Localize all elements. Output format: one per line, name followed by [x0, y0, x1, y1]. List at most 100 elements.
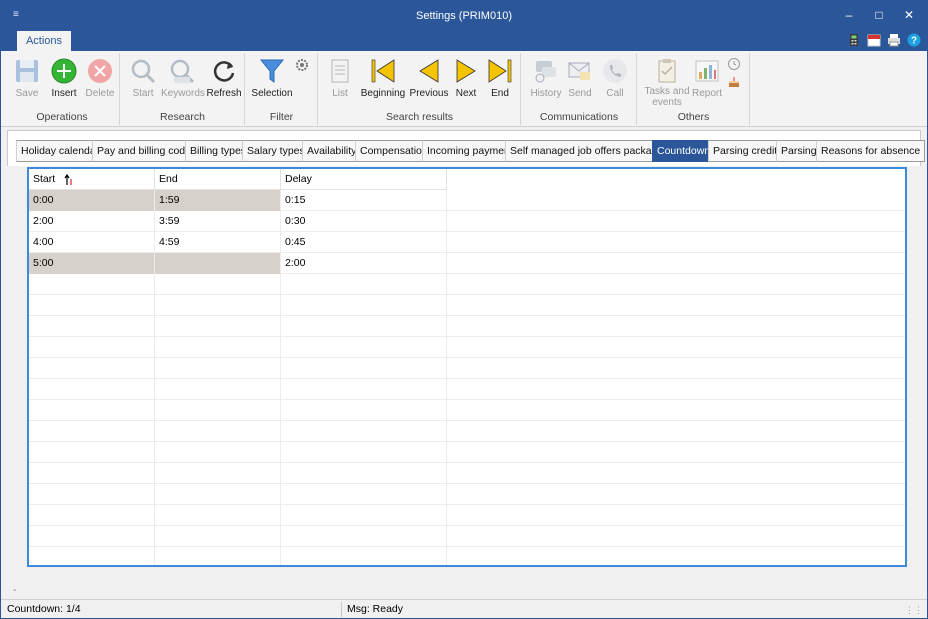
- ribbon-tab-actions[interactable]: Actions: [17, 31, 71, 51]
- table-row[interactable]: 2:00 3:59 0:30: [29, 211, 905, 232]
- resize-grip-icon[interactable]: ⋮⋮: [905, 605, 923, 616]
- beginning-button[interactable]: Beginning: [359, 57, 407, 99]
- table-row[interactable]: [29, 337, 905, 358]
- plus-icon: [51, 58, 77, 84]
- call-button[interactable]: Call: [600, 57, 630, 99]
- first-record-icon: [371, 59, 395, 83]
- envelope-icon: [568, 62, 590, 80]
- send-button[interactable]: Send: [564, 57, 596, 99]
- app-window: ≡ Settings (PRIM010) – □ ✕ Actions ? Sav…: [0, 0, 928, 619]
- column-header-delay[interactable]: Delay: [281, 169, 447, 190]
- list-button[interactable]: List: [325, 57, 355, 99]
- settings-tab-bar: Holiday calendar Pay and billing codes B…: [7, 130, 926, 166]
- keywords-button[interactable]: Keywords: [161, 57, 205, 99]
- cell-start[interactable]: 5:00: [29, 253, 155, 274]
- table-row[interactable]: [29, 526, 905, 547]
- start-search-button[interactable]: Start: [127, 57, 159, 99]
- magnifier-icon: [131, 59, 156, 84]
- previous-record-icon: [419, 59, 439, 83]
- refresh-icon: [213, 61, 235, 82]
- end-button[interactable]: End: [485, 57, 515, 99]
- tab-incoming-payment[interactable]: Incoming payment: [422, 140, 518, 162]
- cell-delay[interactable]: 0:45: [281, 232, 447, 253]
- minimize-icon[interactable]: –: [835, 4, 863, 26]
- history-button[interactable]: History: [528, 57, 564, 99]
- calculator-icon[interactable]: [847, 33, 861, 47]
- refresh-button[interactable]: Refresh: [205, 57, 243, 99]
- table-row[interactable]: [29, 400, 905, 421]
- clock-icon: [728, 58, 740, 70]
- group-filter: Selection Filter: [246, 53, 318, 125]
- next-record-icon: [456, 59, 476, 83]
- recent-button[interactable]: [726, 57, 742, 74]
- chat-history-icon: [535, 61, 556, 83]
- tasks-and-events-button[interactable]: Tasks and events: [642, 57, 692, 108]
- cell-end[interactable]: 1:59: [155, 190, 281, 211]
- table-row[interactable]: [29, 274, 905, 295]
- table-row[interactable]: [29, 358, 905, 379]
- save-button[interactable]: Save: [9, 57, 45, 99]
- table-row[interactable]: [29, 442, 905, 463]
- table-row[interactable]: 0:00 1:59 0:15: [29, 190, 905, 211]
- birthday-button[interactable]: [726, 75, 742, 92]
- selection-button[interactable]: Selection: [250, 57, 294, 99]
- close-icon[interactable]: ✕: [895, 4, 923, 26]
- tab-parsing[interactable]: Parsing: [776, 140, 822, 162]
- group-label-search-results: Search results: [385, 111, 454, 123]
- cell-delay[interactable]: 2:00: [281, 253, 447, 274]
- tab-holiday-calendar[interactable]: Holiday calendar: [16, 140, 105, 162]
- print-icon[interactable]: [887, 33, 901, 47]
- last-record-icon: [488, 59, 512, 83]
- group-label-operations: Operations: [36, 111, 88, 123]
- insert-button[interactable]: Insert: [45, 57, 83, 99]
- cell-end[interactable]: 4:59: [155, 232, 281, 253]
- report-button[interactable]: Report: [690, 57, 724, 99]
- table-row[interactable]: 4:00 4:59 0:45: [29, 232, 905, 253]
- cell-start[interactable]: 4:00: [29, 232, 155, 253]
- sort-ascending-icon[interactable]: [64, 174, 74, 186]
- maximize-icon[interactable]: □: [865, 4, 893, 26]
- column-header-start[interactable]: Start: [29, 169, 155, 190]
- tab-self-managed-job-offers-packages[interactable]: Self managed job offers packages: [505, 140, 674, 162]
- cell-delay[interactable]: 0:30: [281, 211, 447, 232]
- tab-reasons-for-absence[interactable]: Reasons for absence: [816, 140, 926, 162]
- title-bar: ≡ Settings (PRIM010) – □ ✕: [1, 1, 927, 31]
- column-header-end[interactable]: End: [155, 169, 281, 190]
- save-icon: [16, 60, 38, 82]
- tab-countdown[interactable]: Countdown: [652, 140, 716, 162]
- table-row[interactable]: [29, 316, 905, 337]
- delete-button[interactable]: Delete: [82, 57, 118, 99]
- calendar-icon[interactable]: [867, 33, 881, 47]
- table-row[interactable]: [29, 505, 905, 526]
- cell-delay[interactable]: 0:15: [281, 190, 447, 211]
- status-record-count: Countdown: 1/4: [7, 603, 81, 615]
- group-others: Tasks and events Report Others: [638, 53, 750, 125]
- group-search-results: List Beginning Previous Next End Search …: [319, 53, 521, 125]
- quick-icons: ?: [847, 33, 921, 49]
- filter-settings-button[interactable]: [294, 57, 310, 76]
- previous-button[interactable]: Previous: [409, 57, 449, 99]
- table-row[interactable]: [29, 379, 905, 400]
- group-label-research: Research: [160, 111, 205, 123]
- cell-start[interactable]: 2:00: [29, 211, 155, 232]
- table-row[interactable]: [29, 484, 905, 505]
- table-row[interactable]: [29, 463, 905, 484]
- help-icon[interactable]: ?: [907, 33, 921, 47]
- table-row[interactable]: [29, 547, 905, 568]
- svg-text:?: ?: [911, 36, 917, 47]
- tab-salary-types[interactable]: Salary types: [242, 140, 310, 162]
- countdown-grid[interactable]: Start End Delay 0:00 1:59 0:15 2:00 3:59 0:30…: [27, 167, 907, 568]
- funnel-icon: [259, 59, 285, 83]
- status-message: Msg: Ready: [347, 603, 404, 615]
- tab-availability[interactable]: Availability: [302, 140, 362, 162]
- keywords-icon: [170, 59, 195, 84]
- table-row[interactable]: 5:00 2:00: [29, 253, 905, 274]
- window-title: Settings (PRIM010): [416, 10, 512, 22]
- group-operations: Save Insert Delete Operations: [5, 53, 120, 125]
- cell-end[interactable]: 3:59: [155, 211, 281, 232]
- next-button[interactable]: Next: [451, 57, 481, 99]
- cell-end[interactable]: [155, 253, 281, 274]
- table-row[interactable]: [29, 421, 905, 442]
- table-row[interactable]: [29, 295, 905, 316]
- cell-start[interactable]: 0:00: [29, 190, 155, 211]
